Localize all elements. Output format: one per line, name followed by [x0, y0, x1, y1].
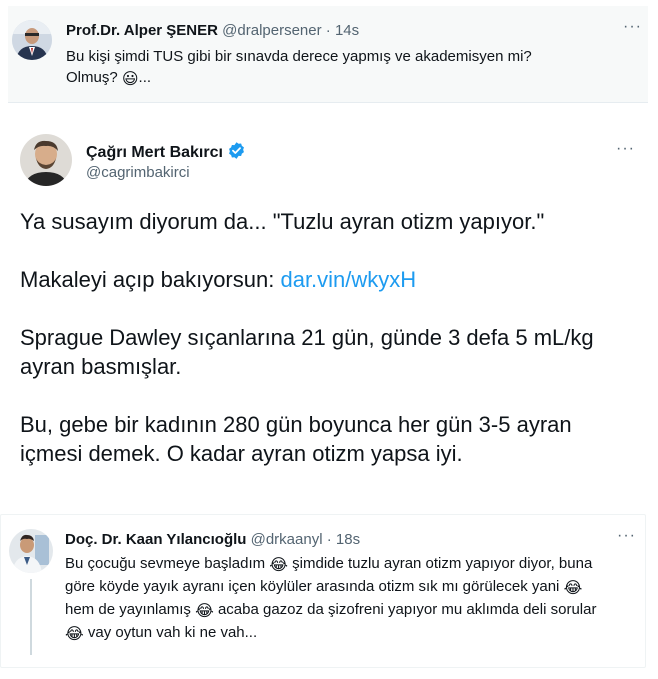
separator: ·: [325, 22, 331, 39]
timestamp[interactable]: 14s: [335, 22, 359, 39]
thread-line: [30, 579, 32, 655]
tweet-paragraph-2: Makaleyi açıp bakıyorsun: dar.vin/wkyxH: [20, 265, 640, 294]
tears-of-joy-icon: 😂: [195, 603, 214, 620]
tears-of-joy-icon: 😂: [269, 557, 288, 574]
tweet-text-line2: Olmuş?: [66, 69, 118, 86]
tweet-text: Bu çocuğu sevmeye başladım 😂 şimdide tuz…: [65, 553, 613, 645]
more-options-icon[interactable]: ···: [616, 140, 635, 158]
ellipsis: ...: [138, 69, 152, 86]
tears-of-joy-icon: 😂: [563, 580, 583, 597]
timestamp[interactable]: 18s: [336, 531, 360, 548]
verified-badge-icon: [227, 141, 246, 165]
tweet-paragraph-1: Ya susayım diyorum da... "Tuzlu ayran ot…: [20, 209, 545, 234]
text-segment: Bu çocuğu sevmeye başladım: [65, 555, 266, 572]
avatar[interactable]: [9, 529, 53, 573]
text-segment: hem de yayınlamış: [65, 601, 191, 618]
tweet-paragraph-3: Sprague Dawley sıçanlarına 21 gün, günde…: [20, 325, 594, 379]
tweet-paragraph-4: Bu, gebe bir kadının 280 gün boyunca her…: [20, 412, 572, 466]
more-options-icon[interactable]: ···: [623, 18, 642, 36]
author-handle[interactable]: @cagrimbakirci: [86, 164, 190, 181]
author-handle[interactable]: @dralpersener: [222, 22, 321, 39]
author-name[interactable]: Prof.Dr. Alper ŞENER: [66, 22, 218, 39]
tweet-body: Ya susayım diyorum da... "Tuzlu ayran ot…: [20, 207, 640, 497]
quoted-tweet-top[interactable]: Prof.Dr. Alper ŞENER @dralpersener · 14s…: [8, 6, 648, 103]
author-name[interactable]: Doç. Dr. Kaan Yılancıoğlu: [65, 531, 246, 548]
tears-of-joy-icon: 😂: [65, 626, 84, 643]
separator: ·: [326, 531, 332, 548]
tweet-text-line1: Bu kişi şimdi TUS gibi bir sınavda derec…: [66, 48, 532, 65]
text-segment: vay oytun vah ki ne vah...: [87, 624, 258, 641]
avatar[interactable]: [20, 134, 72, 186]
quoted-tweet-bottom[interactable]: Doç. Dr. Kaan Yılancıoğlu @drkaanyl · 18…: [0, 514, 646, 668]
author-handle[interactable]: @drkaanyl: [251, 531, 323, 548]
paragraph-prefix: Makaleyi açıp bakıyorsun:: [20, 267, 281, 292]
grinning-face-icon: 😃: [121, 71, 139, 88]
profile-photo-icon: [20, 134, 72, 186]
article-link[interactable]: dar.vin/wkyxH: [280, 267, 416, 292]
more-options-icon[interactable]: ···: [617, 527, 636, 545]
text-segment: acaba gazoz da şizofreni yapıyor mu aklı…: [217, 601, 597, 618]
tweet-text: Bu kişi şimdi TUS gibi bir sınavda derec…: [66, 46, 646, 90]
author-name[interactable]: Çağrı Mert Bakırcı: [86, 144, 223, 161]
profile-photo-icon: [9, 529, 53, 573]
profile-photo-icon: [12, 20, 52, 60]
author-name-line: Çağrı Mert Bakırcı: [86, 141, 246, 165]
author-line: Doç. Dr. Kaan Yılancıoğlu @drkaanyl · 18…: [65, 531, 360, 548]
avatar[interactable]: [12, 20, 52, 60]
author-line: Prof.Dr. Alper ŞENER @dralpersener · 14s: [66, 22, 359, 39]
